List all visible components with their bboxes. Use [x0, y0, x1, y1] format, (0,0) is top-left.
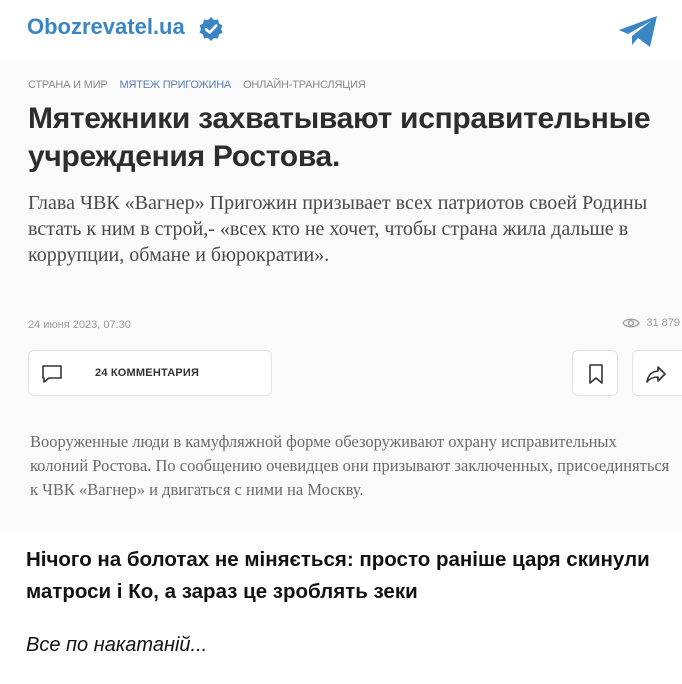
comments-label: 24 КОММЕНТАРИЯ	[95, 367, 200, 379]
share-button[interactable]	[632, 350, 682, 396]
comment-icon	[42, 365, 62, 383]
eye-icon	[622, 318, 641, 328]
post-signature: Все по накатаній...	[26, 634, 208, 656]
telegram-paper-plane-icon[interactable]	[617, 15, 659, 49]
breadcrumb-item-active[interactable]: МЯТЕЖ ПРИГОЖИНА	[120, 79, 232, 91]
post-text: Нічого на болотах не міняється: просто р…	[26, 548, 650, 603]
comments-button[interactable]: 24 КОММЕНТАРИЯ	[28, 350, 272, 396]
article-date: 24 июня 2023, 07:30	[28, 319, 131, 331]
breadcrumb-item[interactable]: ОНЛАЙН-ТРАНСЛЯЦИЯ	[243, 79, 366, 91]
article-body: Вооруженные люди в камуфляжной форме обе…	[30, 432, 670, 499]
channel-name[interactable]: Obozrevatel.ua	[27, 14, 185, 40]
bookmark-icon	[589, 364, 603, 384]
article-lead: Глава ЧВК «Вагнер» Пригожин призывает вс…	[28, 192, 648, 266]
verified-badge-icon	[199, 17, 223, 41]
article-screenshot: СТРАНА И МИР МЯТЕЖ ПРИГОЖИНА ОНЛАЙН-ТРАН…	[0, 60, 682, 530]
channel-header: Obozrevatel.ua	[0, 0, 682, 60]
article-headline: Мятежники захватывают исправительные учр…	[28, 102, 651, 173]
breadcrumb-item[interactable]: СТРАНА И МИР	[28, 79, 108, 91]
bookmark-button[interactable]	[572, 350, 618, 396]
share-arrow-icon	[646, 366, 666, 383]
breadcrumb: СТРАНА И МИР МЯТЕЖ ПРИГОЖИНА ОНЛАЙН-ТРАН…	[28, 79, 366, 91]
view-count: 31 879	[622, 317, 680, 329]
view-count-value: 31 879	[646, 317, 680, 329]
